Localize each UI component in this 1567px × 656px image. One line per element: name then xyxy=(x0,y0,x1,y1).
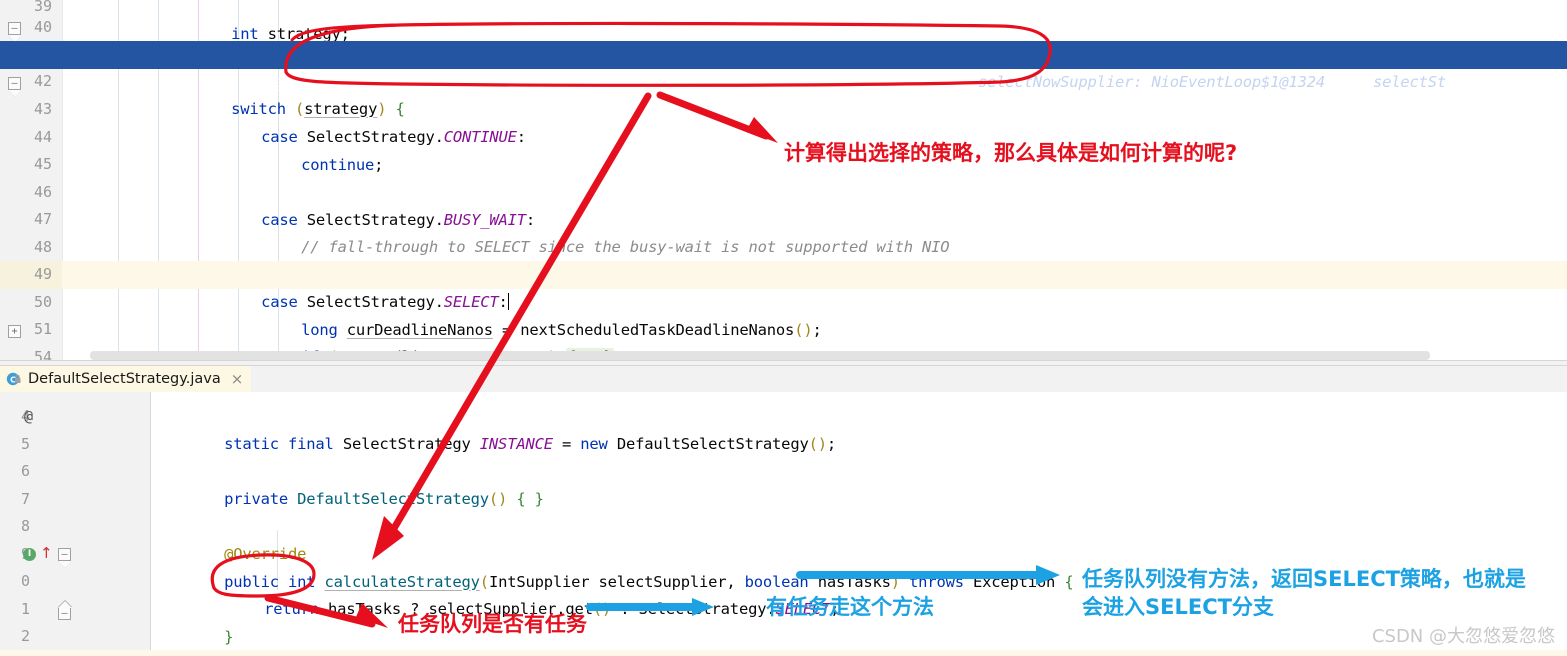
line-number: 1 xyxy=(20,600,30,618)
editor-tab-bar[interactable]: C DefaultSelectStrategy.java × xyxy=(0,366,1567,393)
code-line-44[interactable]: continue; xyxy=(90,124,383,174)
code-line-47[interactable]: // fall-through to SELECT since the busy… xyxy=(90,206,950,256)
code-line-51[interactable]: if (curDeadlineNanos == -1L) {...} xyxy=(90,316,614,360)
code-line-46[interactable]: case SelectStrategy.BUSY_WAIT: xyxy=(90,179,535,229)
override-arrow-icon[interactable]: ↑ xyxy=(40,546,53,561)
inline-debug-hint: selectNowSupplier: NioEventLoop$1@1324 xyxy=(977,72,1325,91)
code-line-28[interactable]: @Override xyxy=(151,513,306,563)
line-number: 6 xyxy=(20,462,30,480)
tab-default-select-strategy[interactable]: C DefaultSelectStrategy.java × xyxy=(0,366,252,392)
fold-marker-collapse-icon[interactable]: – xyxy=(8,77,22,97)
code-line-49[interactable]: case SelectStrategy.SELECT: xyxy=(90,261,509,311)
java-class-icon: C xyxy=(6,371,22,387)
line-number: 44 xyxy=(33,128,52,146)
code-line-41-selected[interactable]: strategy = selectStrategy.calculateStrat… xyxy=(0,41,1567,91)
line-number: 8 xyxy=(20,517,30,535)
line-number: 50 xyxy=(33,293,52,311)
top-editor-horizontal-scrollbar[interactable] xyxy=(90,351,1430,360)
code-line-40[interactable]: try { xyxy=(90,14,277,64)
line-number: 43 xyxy=(33,100,52,118)
bottom-editor-code[interactable]: static final SelectStrategy INSTANCE = n… xyxy=(151,392,1567,656)
code-line-50[interactable]: long curDeadlineNanos = nextScheduledTas… xyxy=(90,289,822,339)
line-number: 5 xyxy=(20,435,30,453)
line-number: 49 xyxy=(33,265,52,283)
close-icon[interactable]: × xyxy=(231,371,244,387)
code-line-42[interactable]: switch (strategy) { xyxy=(90,68,405,118)
top-editor-code[interactable]: int strategy; try { strategy = selectStr… xyxy=(0,0,1567,360)
fold-marker-collapse-icon[interactable]: – xyxy=(8,22,22,42)
code-line-24[interactable]: static final SelectStrategy INSTANCE = n… xyxy=(151,403,836,453)
screenshot-root: 39 40 41 42 43 44 45 46 47 48 49 50 51 5… xyxy=(0,0,1567,656)
fold-marker-expand-icon[interactable]: + xyxy=(8,325,21,338)
line-number: 2 xyxy=(20,627,30,645)
line-number: 54 xyxy=(33,348,52,360)
bottom-code-editor[interactable]: 4 5 6 7 8 9 0 1 2 @ I ↑ – – static final… xyxy=(0,392,1567,656)
top-code-editor[interactable]: 39 40 41 42 43 44 45 46 47 48 49 50 51 5… xyxy=(0,0,1567,360)
line-number: 46 xyxy=(33,183,52,201)
annotation-marker-icon[interactable]: @ xyxy=(24,403,33,431)
line-number: 45 xyxy=(33,155,52,173)
tab-label: DefaultSelectStrategy.java xyxy=(28,371,221,387)
line-number: 47 xyxy=(33,210,52,228)
status-strip xyxy=(0,650,1567,656)
fold-marker-end-icon[interactable]: – xyxy=(58,600,72,620)
code-line-32[interactable]: } xyxy=(151,623,206,656)
inline-debug-hint-2: selectSt xyxy=(1372,72,1447,91)
line-number: 0 xyxy=(20,572,30,590)
code-line-29[interactable]: public int calculateStrategy(IntSupplier… xyxy=(151,541,1074,591)
code-line-43[interactable]: case SelectStrategy.CONTINUE: xyxy=(90,96,526,146)
implements-method-icon[interactable]: I xyxy=(23,548,36,561)
fold-marker-collapse-icon[interactable]: – xyxy=(58,548,72,568)
code-line-31[interactable]: } xyxy=(151,596,233,646)
line-number: 48 xyxy=(33,238,52,256)
code-line-30[interactable]: return hasTasks ? selectSupplier.get() :… xyxy=(151,568,840,618)
line-number: 7 xyxy=(20,490,30,508)
code-line-26[interactable]: private DefaultSelectStrategy() { } xyxy=(151,458,544,508)
